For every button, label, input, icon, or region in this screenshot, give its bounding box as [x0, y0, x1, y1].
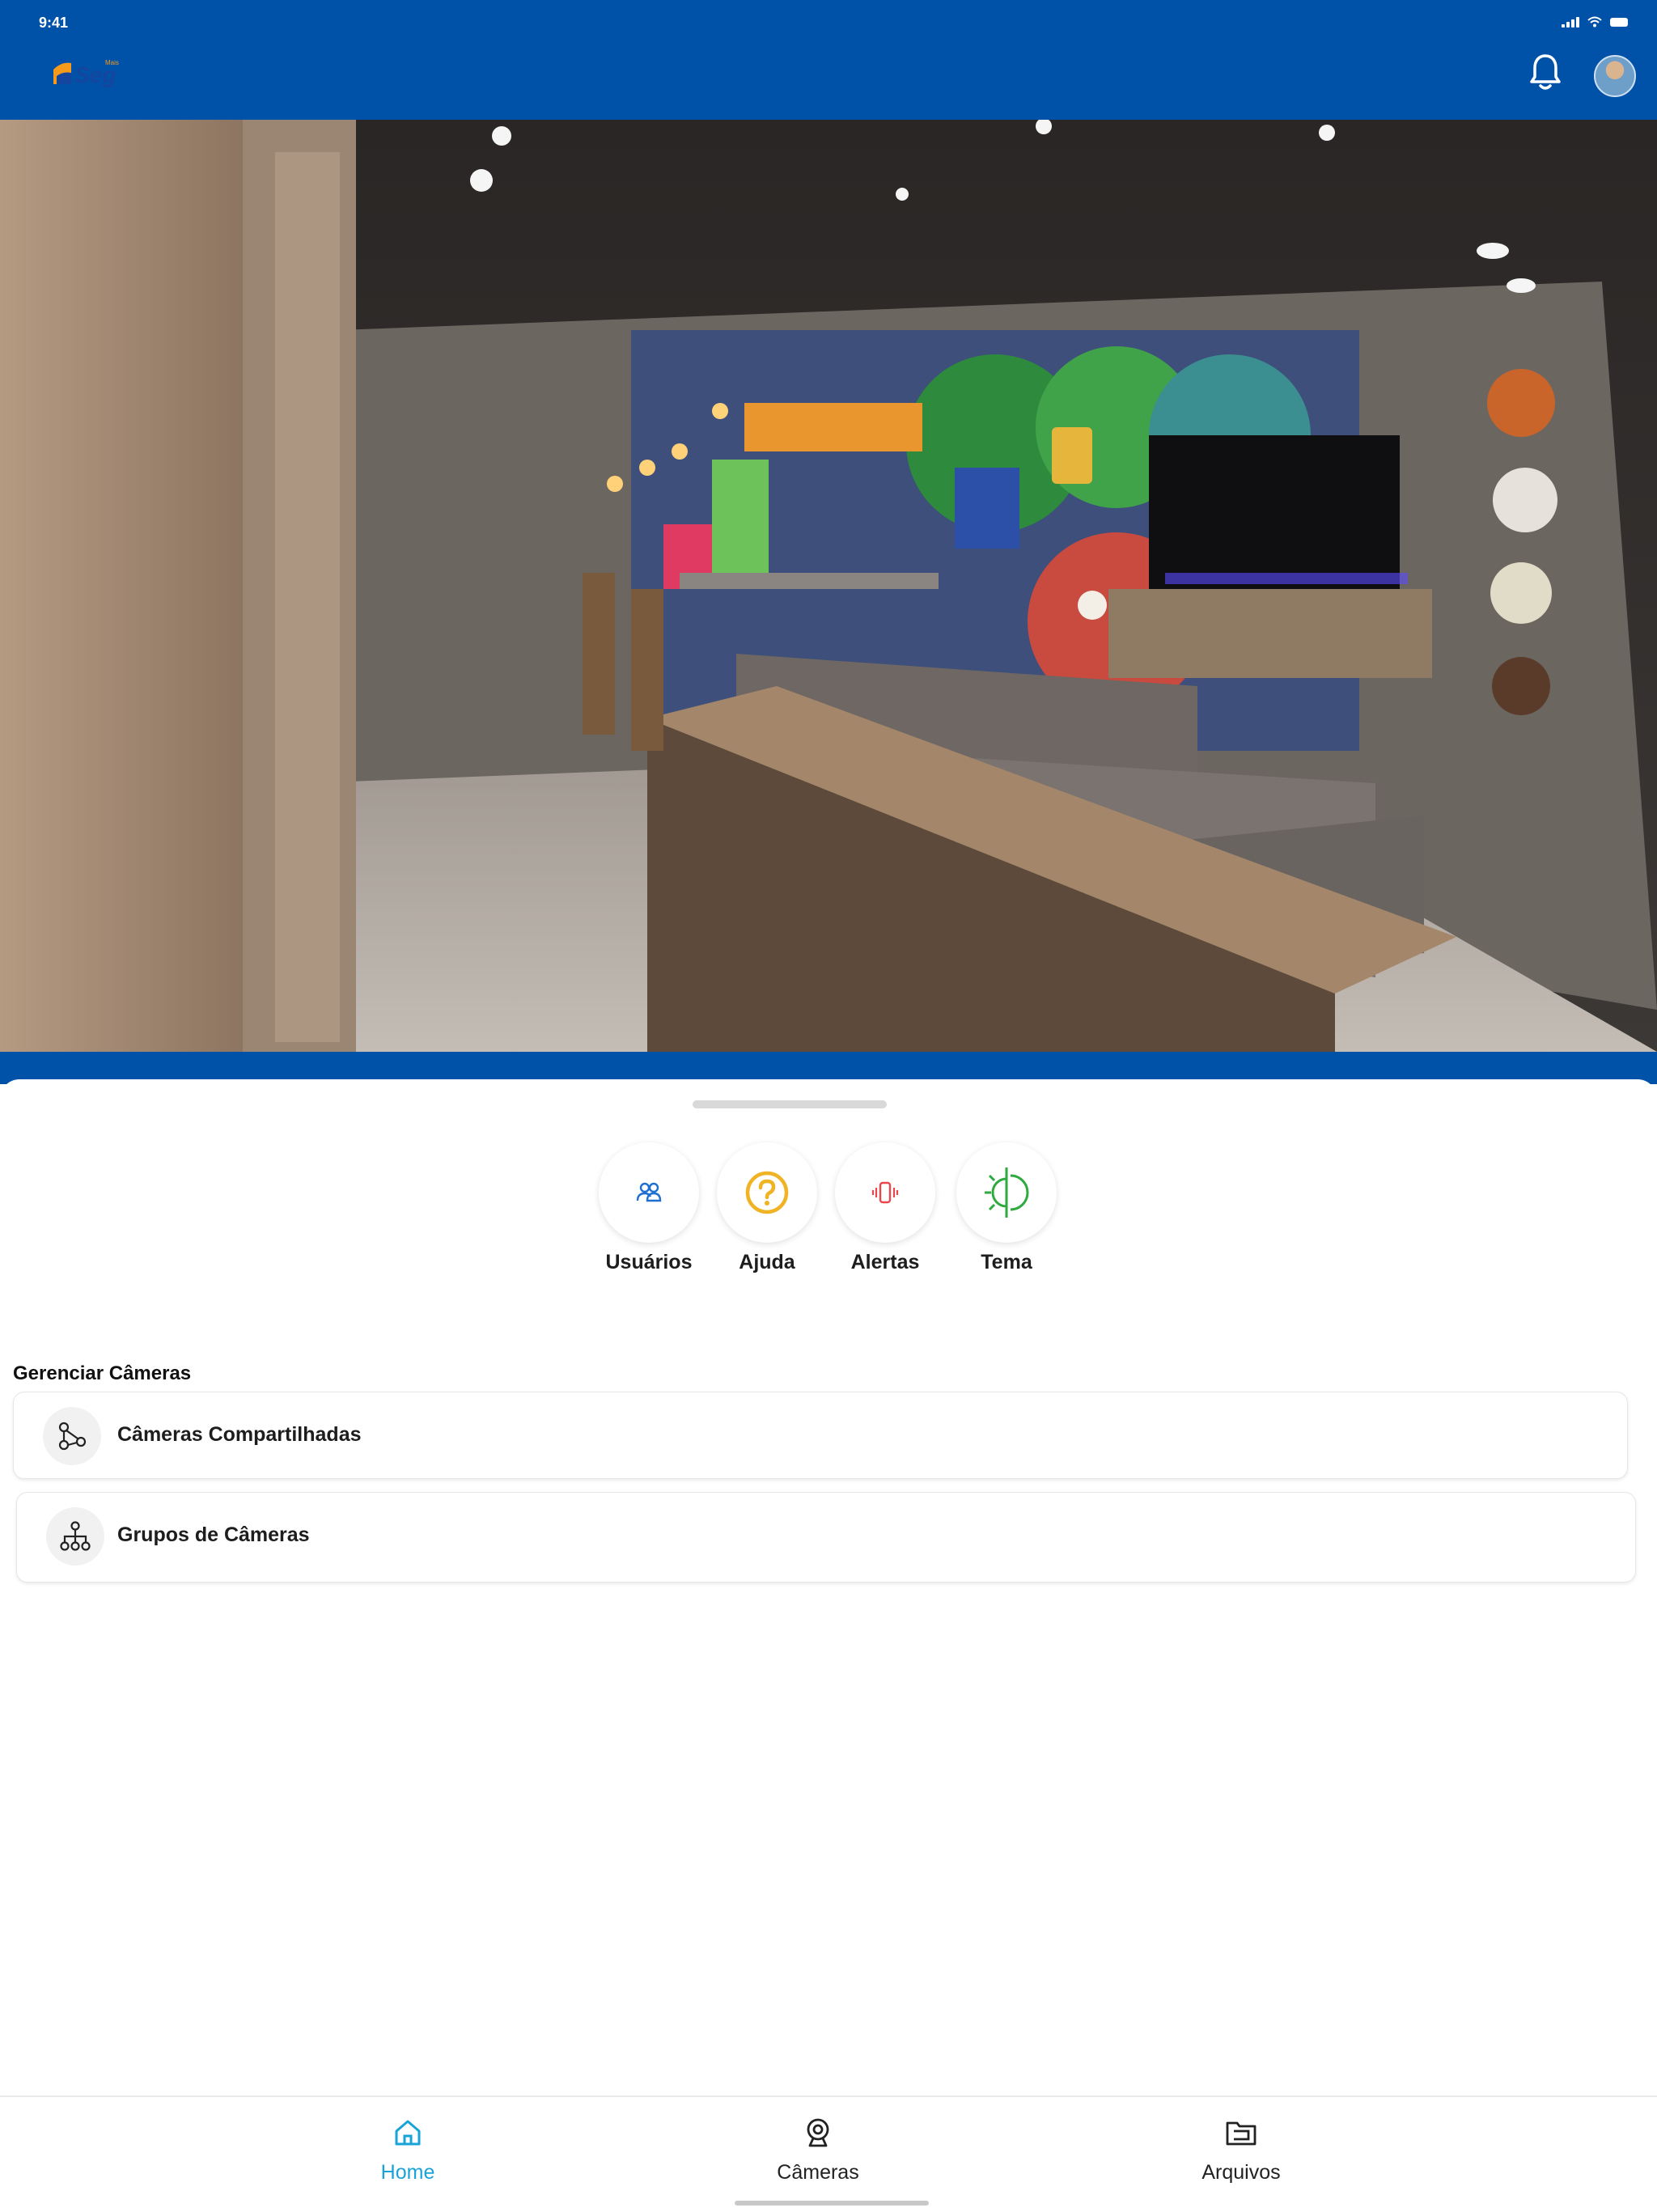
quick-action-usuarios[interactable]: Usuários: [596, 1142, 701, 1274]
tab-home[interactable]: Home: [327, 2117, 489, 2184]
home-icon: [395, 2120, 421, 2146]
home-indicator: [735, 2201, 929, 2206]
tab-cameras[interactable]: Câmeras: [737, 2117, 899, 2184]
sheet-handle[interactable]: [693, 1100, 887, 1108]
signal-icon: [1562, 16, 1579, 28]
wifi-icon: [1587, 16, 1602, 28]
webcam-icon: [807, 2118, 829, 2147]
bottom-sheet: Usuários Ajuda Alertas Tema Gerenciar Câ…: [0, 1079, 1657, 2095]
theme-sun-moon-icon: [956, 1142, 1057, 1243]
status-time: 9:41: [39, 15, 69, 31]
vibrate-alert-icon: [835, 1142, 935, 1243]
hierarchy-icon: [46, 1507, 104, 1566]
section-title: Gerenciar Câmeras: [13, 1362, 192, 1384]
help-icon: [717, 1142, 817, 1243]
quick-action-tema[interactable]: Tema: [954, 1142, 1059, 1274]
camera-scene: [0, 120, 1657, 1052]
folder-icon: [1226, 2121, 1257, 2146]
app-logo[interactable]: Seg Mais: [50, 55, 131, 92]
tab-label: Câmeras: [777, 2161, 859, 2184]
users-icon: [599, 1142, 699, 1243]
shared-cameras-label: Câmeras Compartilhadas: [117, 1423, 362, 1446]
camera-groups-item[interactable]: Grupos de Câmeras: [16, 1492, 1636, 1583]
share-nodes-icon: [43, 1407, 101, 1465]
battery-icon: [1610, 17, 1628, 27]
camera-groups-label: Grupos de Câmeras: [117, 1523, 310, 1546]
tab-label: Home: [380, 2161, 435, 2184]
shared-cameras-item[interactable]: Câmeras Compartilhadas: [13, 1392, 1628, 1479]
quick-action-label: Tema: [981, 1251, 1032, 1273]
tab-label: Arquivos: [1201, 2161, 1281, 2184]
quick-action-label: Ajuda: [739, 1251, 795, 1273]
tab-bar: Home Câmeras Arquivos: [0, 2095, 1657, 2212]
avatar[interactable]: [1594, 55, 1636, 97]
quick-action-alertas[interactable]: Alertas: [833, 1142, 938, 1274]
camera-feed-image[interactable]: [0, 120, 1657, 1052]
tab-arquivos[interactable]: Arquivos: [1160, 2117, 1322, 2184]
quick-action-label: Alertas: [850, 1251, 920, 1273]
app-header: 9:41 Seg Mais: [0, 0, 1657, 120]
bell-icon[interactable]: [1528, 52, 1563, 92]
svg-text:Mais: Mais: [105, 59, 119, 66]
quick-action-label: Usuários: [605, 1251, 693, 1273]
status-icons: [1562, 16, 1628, 28]
quick-action-ajuda[interactable]: Ajuda: [714, 1142, 820, 1274]
